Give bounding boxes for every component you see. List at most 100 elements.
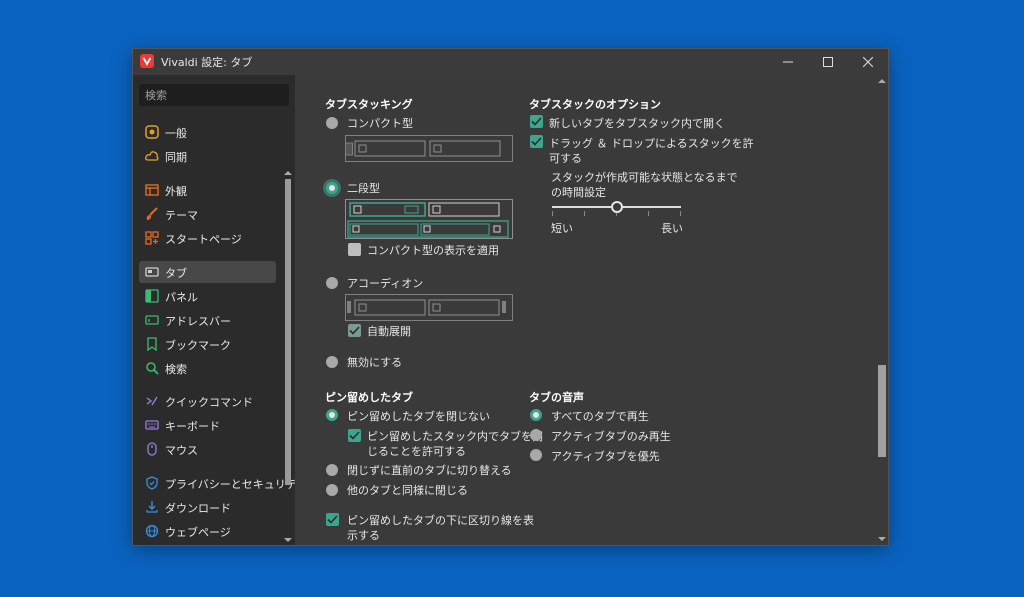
panel-icon [145, 289, 159, 303]
radio-compact[interactable] [326, 117, 338, 129]
content-scroll-down-icon[interactable] [878, 537, 886, 541]
sidebar-item-label: タブ [165, 267, 187, 280]
open-new-in-stack-label: 新しいタブをタブスタック内で開く [549, 117, 725, 130]
sidebar-item-sync[interactable]: 同期 [139, 145, 276, 167]
sidebar-item-downloads[interactable]: ダウンロード [139, 496, 276, 518]
sidebar-item-appearance[interactable]: 外観 [139, 179, 276, 201]
slider-long-label: 長い [661, 222, 683, 235]
allow-close-in-stack-line2: じることを許可する [367, 445, 466, 458]
maximize-button[interactable] [808, 49, 848, 75]
delay-label-line2: の時間設定 [551, 186, 606, 199]
sidebar-item-webpages[interactable]: ウェブページ [139, 520, 276, 542]
bookmark-icon [147, 337, 157, 351]
content-scrollbar-thumb[interactable] [878, 365, 886, 457]
shield-icon [146, 476, 158, 490]
radio-audio-prefer-active[interactable] [530, 449, 542, 461]
audio-prefer-active-label: アクティブタブを優先 [551, 450, 660, 463]
radio-audio-all-tabs[interactable] [530, 409, 542, 421]
command-icon [146, 396, 158, 406]
sidebar-item-label: ブックマーク [165, 339, 231, 352]
sidebar-item-start-page[interactable]: スタートページ [139, 227, 276, 249]
search-box [139, 84, 289, 106]
checkbox-two-level-compact[interactable] [348, 243, 361, 256]
pinned-divider-line1: ピン留めしたタブの下に区切り線を表 [347, 514, 534, 527]
minimize-icon [783, 61, 793, 63]
maximize-icon [823, 57, 833, 67]
radio-accordion-label: アコーディオン [347, 277, 424, 290]
close-button[interactable] [848, 49, 888, 75]
checkmark-icon [327, 515, 338, 524]
sidebar-item-keyboard[interactable]: キーボード [139, 414, 276, 436]
two-level-compact-label: コンパクト型の表示を適用 [367, 244, 499, 257]
pinned-tabs-heading: ピン留めしたタブ [325, 391, 413, 404]
sidebar-item-label: パネル [165, 291, 198, 304]
checkbox-drag-drop-stack[interactable] [530, 135, 543, 148]
settings-search-input[interactable] [139, 84, 289, 106]
window-title: Vivaldi 設定: タブ [161, 56, 253, 69]
sidebar-item-label: キーボード [165, 420, 220, 433]
checkbox-open-new-in-stack[interactable] [530, 115, 543, 128]
radio-pinned-dont-close[interactable] [326, 409, 338, 421]
sidebar-item-label: テーマ [165, 209, 198, 222]
sidebar-scrollbar-thumb[interactable] [285, 179, 291, 485]
grid-icon [145, 231, 159, 245]
sidebar-item-privacy[interactable]: プライバシーとセキュリティ [139, 472, 307, 494]
sidebar-scroll-up-icon[interactable] [284, 171, 292, 175]
globe-icon [145, 524, 159, 538]
radio-accordion[interactable] [326, 277, 338, 289]
sidebar-item-label: 同期 [165, 151, 187, 164]
address-bar-icon [145, 315, 159, 325]
sidebar-item-address-bar[interactable]: アドレスバー [139, 309, 276, 331]
tab-audio-heading: タブの音声 [529, 391, 584, 404]
sidebar-item-search[interactable]: 検索 [139, 357, 276, 379]
slider-tick [552, 211, 553, 216]
sidebar-item-themes[interactable]: テーマ [139, 203, 276, 225]
mouse-icon [147, 442, 157, 456]
sidebar-item-label: クイックコマンド [165, 396, 253, 409]
radio-compact-label: コンパクト型 [347, 117, 413, 130]
pinned-switch-prev-label: 閉じずに直前のタブに切り替える [347, 464, 512, 477]
radio-pinned-switch-prev[interactable] [326, 464, 338, 476]
auto-expand-label: 自動展開 [367, 325, 411, 338]
radio-two-level-label: 二段型 [347, 182, 380, 195]
stack-options-heading: タブスタックのオプション [529, 98, 661, 111]
sidebar-scroll-down-icon[interactable] [284, 538, 292, 542]
slider-tick [680, 211, 681, 216]
settings-sidebar: 一般 同期 外観 テーマ スタートページ タブ パネル アドレスバー [133, 75, 307, 545]
sidebar-item-label: 一般 [165, 127, 187, 140]
settings-content: タブスタッキング コンパクト型 二段型 コンパクト型の表示を適用 アコーディオン… [295, 75, 888, 545]
sidebar-item-mouse[interactable]: マウス [139, 438, 276, 460]
slider-short-label: 短い [551, 222, 573, 235]
radio-pinned-close-like-others[interactable] [326, 484, 338, 496]
checkbox-pinned-divider[interactable] [326, 513, 339, 526]
title-bar[interactable]: Vivaldi 設定: タブ [133, 49, 888, 75]
brush-icon [146, 207, 158, 220]
checkbox-allow-close-in-stack[interactable] [348, 429, 361, 442]
sidebar-item-quick-commands[interactable]: クイックコマンド [139, 390, 276, 412]
sidebar-item-label: 外観 [165, 185, 187, 198]
sidebar-item-general[interactable]: 一般 [139, 121, 276, 143]
sidebar-item-tabs[interactable]: タブ [139, 261, 276, 283]
sidebar-item-bookmarks[interactable]: ブックマーク [139, 333, 276, 355]
magnifier-icon [146, 362, 159, 375]
download-icon [146, 501, 158, 513]
checkmark-icon [531, 117, 542, 126]
content-scroll-up-icon[interactable] [878, 79, 886, 83]
radio-audio-active-only[interactable] [530, 429, 542, 441]
sidebar-item-panels[interactable]: パネル [139, 285, 276, 307]
allow-close-in-stack-line1: ピン留めしたスタック内でタブを閉 [367, 430, 543, 443]
drag-drop-label-line2: 可する [549, 152, 582, 165]
tab-icon [145, 267, 159, 277]
radio-two-level[interactable] [326, 182, 338, 194]
minimize-button[interactable] [768, 49, 808, 75]
delay-slider-thumb[interactable] [610, 201, 623, 213]
slider-tick [648, 211, 649, 216]
pinned-dont-close-label: ピン留めしたタブを閉じない [347, 410, 490, 423]
compact-preview-image [345, 135, 513, 162]
appearance-icon [145, 184, 159, 196]
radio-disabled[interactable] [326, 356, 338, 368]
sidebar-item-label: ダウンロード [165, 502, 231, 515]
checkbox-auto-expand[interactable] [348, 324, 361, 337]
sidebar-item-label: スタートページ [165, 233, 242, 246]
vivaldi-logo-icon [140, 54, 154, 68]
